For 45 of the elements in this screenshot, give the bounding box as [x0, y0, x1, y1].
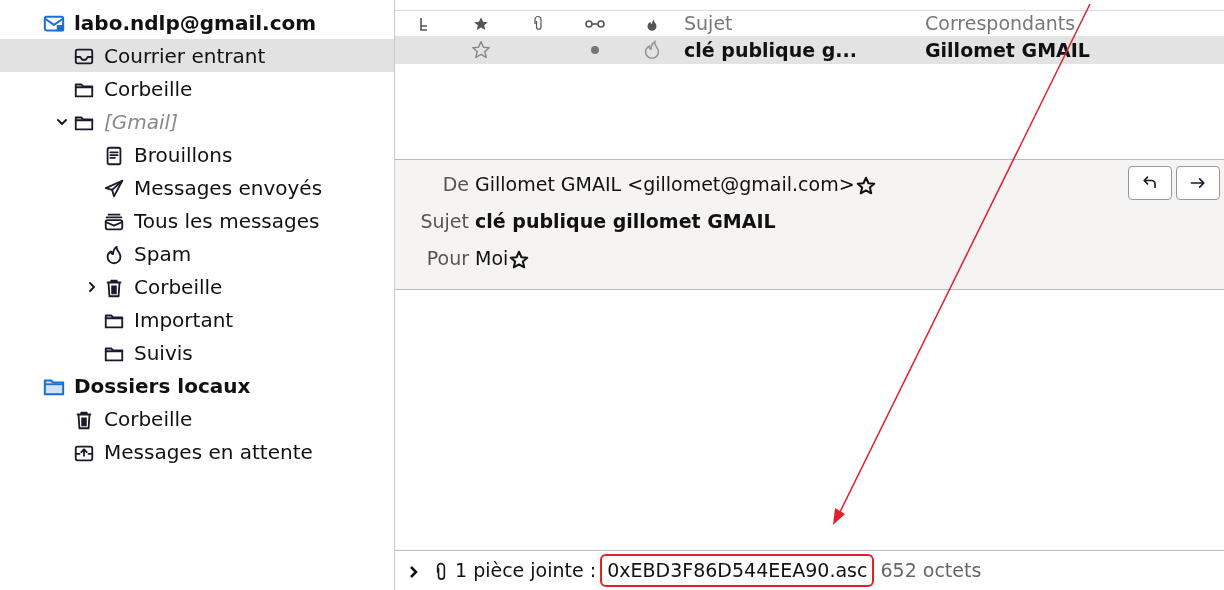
folder-label: labo.ndlp@gmail.com: [74, 9, 317, 37]
field-label: Sujet: [419, 209, 470, 235]
folder-item[interactable]: Corbeille: [0, 270, 394, 303]
field-value: clé publique gillomet GMAIL: [475, 209, 776, 235]
folder-item[interactable]: Messages envoyés: [0, 171, 394, 204]
folder-label: Suivis: [134, 339, 193, 367]
folder-label: Brouillons: [134, 141, 233, 169]
folder-label: Messages envoyés: [134, 174, 323, 202]
thread-icon: [419, 16, 428, 31]
folder-label: Tous les messages: [134, 207, 320, 235]
folder-item[interactable]: Courrier entrant: [0, 39, 394, 72]
attachment-size: 652 octets: [880, 558, 982, 584]
folder-label: Spam: [134, 240, 192, 268]
folder-label: Courrier entrant: [104, 42, 266, 70]
folder-item[interactable]: Spam: [0, 237, 394, 270]
field-value: Gillomet GMAIL <gillomet@gmail.com>: [475, 172, 855, 198]
folder-item[interactable]: Dossiers locaux: [0, 369, 394, 402]
folder-label: Corbeille: [104, 75, 193, 103]
field-value: Moi: [475, 246, 509, 272]
attachment-summary: 1 pièce jointe :: [455, 558, 597, 584]
field-label: Pour: [425, 246, 470, 272]
folder-item[interactable]: Corbeille: [0, 402, 394, 435]
field-label: De: [441, 172, 470, 198]
folder-label: Dossiers locaux: [74, 372, 251, 400]
folder-item[interactable]: labo.ndlp@gmail.com: [0, 6, 394, 39]
folder-item[interactable]: Tous les messages: [0, 204, 394, 237]
folder-item[interactable]: Important: [0, 303, 394, 336]
column-header[interactable]: Sujet: [680, 9, 925, 38]
folder-label: Important: [134, 306, 234, 334]
folder-item[interactable]: Brouillons: [0, 138, 394, 171]
attachment-filename[interactable]: 0xEBD3F86D544EEA90.asc: [600, 554, 875, 587]
folder-item[interactable]: Corbeille: [0, 72, 394, 105]
folder-item[interactable]: Suivis: [0, 336, 394, 369]
paper-plane-icon: [102, 178, 126, 200]
folder-item[interactable]: Messages en attente: [0, 435, 394, 468]
archive-icon: [102, 211, 126, 233]
reply-button[interactable]: [1128, 166, 1172, 200]
message-subject: clé publique g...: [683, 37, 858, 63]
arrow-right-button[interactable]: [1176, 166, 1220, 200]
folder-label: Corbeille: [134, 273, 223, 301]
folder-label: Corbeille: [104, 405, 193, 433]
folder-label: Messages en attente: [104, 438, 313, 466]
column-header[interactable]: Correspondants: [925, 9, 1076, 38]
folder-label: [Gmail]: [104, 108, 178, 136]
glasses-icon: [584, 19, 605, 28]
